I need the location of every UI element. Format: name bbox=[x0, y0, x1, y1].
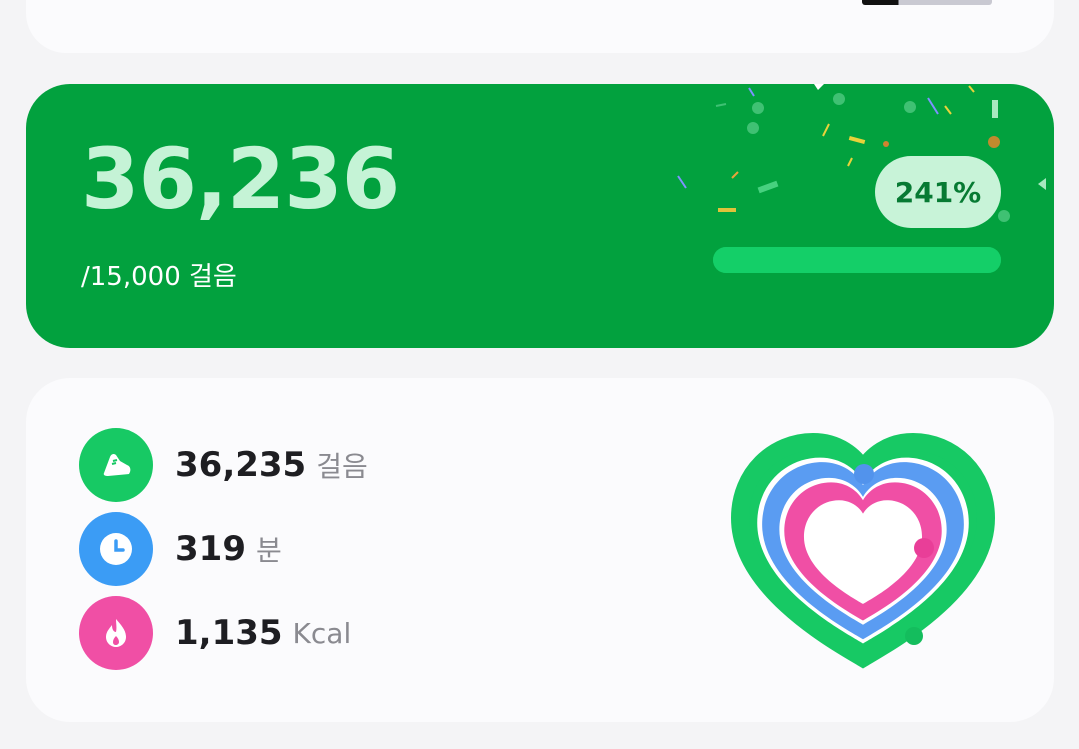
calories-unit: Kcal bbox=[292, 616, 352, 650]
clock-icon bbox=[79, 512, 153, 586]
steps-summary-card[interactable]: 36,236 /15,000 걸음 241% bbox=[26, 84, 1054, 348]
shoe-icon bbox=[79, 428, 153, 502]
activity-stats-card[interactable]: 36,235 걸음 319 분 1,135 Kcal bbox=[26, 378, 1054, 722]
calories-stat-row: 1,135 Kcal bbox=[79, 596, 351, 670]
active-time-value: 319 bbox=[175, 529, 246, 569]
calories-value: 1,135 bbox=[175, 613, 283, 653]
activity-heart-rings[interactable] bbox=[718, 418, 1008, 678]
active-time-stat-row: 319 분 bbox=[79, 512, 282, 586]
steps-stat-row: 36,235 걸음 bbox=[79, 428, 368, 502]
goal-percent-badge: 241% bbox=[875, 156, 1001, 228]
thumbnail-image bbox=[862, 0, 992, 5]
steps-unit: 걸음 bbox=[316, 450, 368, 483]
previous-card bbox=[26, 0, 1054, 53]
goal-progress-fill bbox=[713, 247, 1001, 273]
active-time-unit: 분 bbox=[255, 534, 282, 567]
flame-icon bbox=[79, 596, 153, 670]
goal-progress-bar bbox=[713, 247, 1001, 273]
confetti-decoration bbox=[677, 84, 1046, 222]
total-steps-value: 36,236 bbox=[81, 130, 400, 228]
steps-goal-label: /15,000 걸음 bbox=[81, 262, 237, 292]
steps-value: 36,235 bbox=[175, 445, 307, 485]
